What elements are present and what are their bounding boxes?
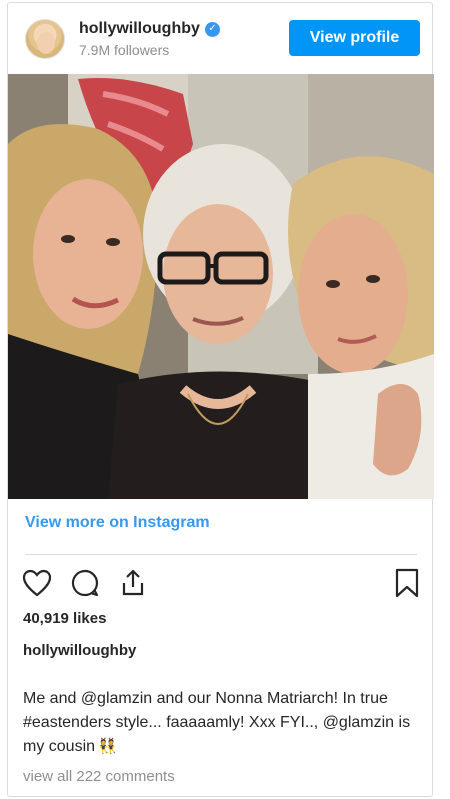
dancers-emoji-icon: 👯 — [98, 738, 117, 755]
verified-badge-icon: ✓ — [204, 21, 220, 37]
view-more-instagram-link[interactable]: View more on Instagram — [25, 514, 210, 532]
username-link[interactable]: hollywilloughby — [79, 20, 200, 38]
post-caption: Me and @glamzin and our Nonna Matriarch!… — [23, 687, 415, 759]
post-header: hollywilloughby ✓ 7.9M followers View pr… — [8, 3, 432, 74]
heart-icon[interactable] — [20, 566, 54, 600]
action-bar — [20, 566, 424, 600]
caption-username[interactable]: hollywilloughby — [23, 642, 136, 659]
view-profile-button[interactable]: View profile — [289, 20, 420, 56]
photo-illustration — [8, 74, 434, 499]
share-icon[interactable] — [116, 566, 150, 600]
avatar-face — [37, 32, 55, 54]
post-photo[interactable] — [8, 74, 434, 499]
username-row: hollywilloughby ✓ — [79, 20, 220, 38]
bookmark-icon[interactable] — [390, 566, 424, 600]
caption-text: Me and @glamzin and our Nonna Matriarch!… — [23, 690, 411, 755]
instagram-embed-card: hollywilloughby ✓ 7.9M followers View pr… — [7, 2, 434, 797]
avatar[interactable] — [25, 19, 65, 59]
likes-count[interactable]: 40,919 likes — [23, 610, 106, 627]
comment-icon[interactable] — [68, 566, 102, 600]
divider — [25, 554, 417, 555]
followers-count: 7.9M followers — [79, 42, 170, 58]
view-comments-link[interactable]: view all 222 comments — [23, 768, 175, 785]
